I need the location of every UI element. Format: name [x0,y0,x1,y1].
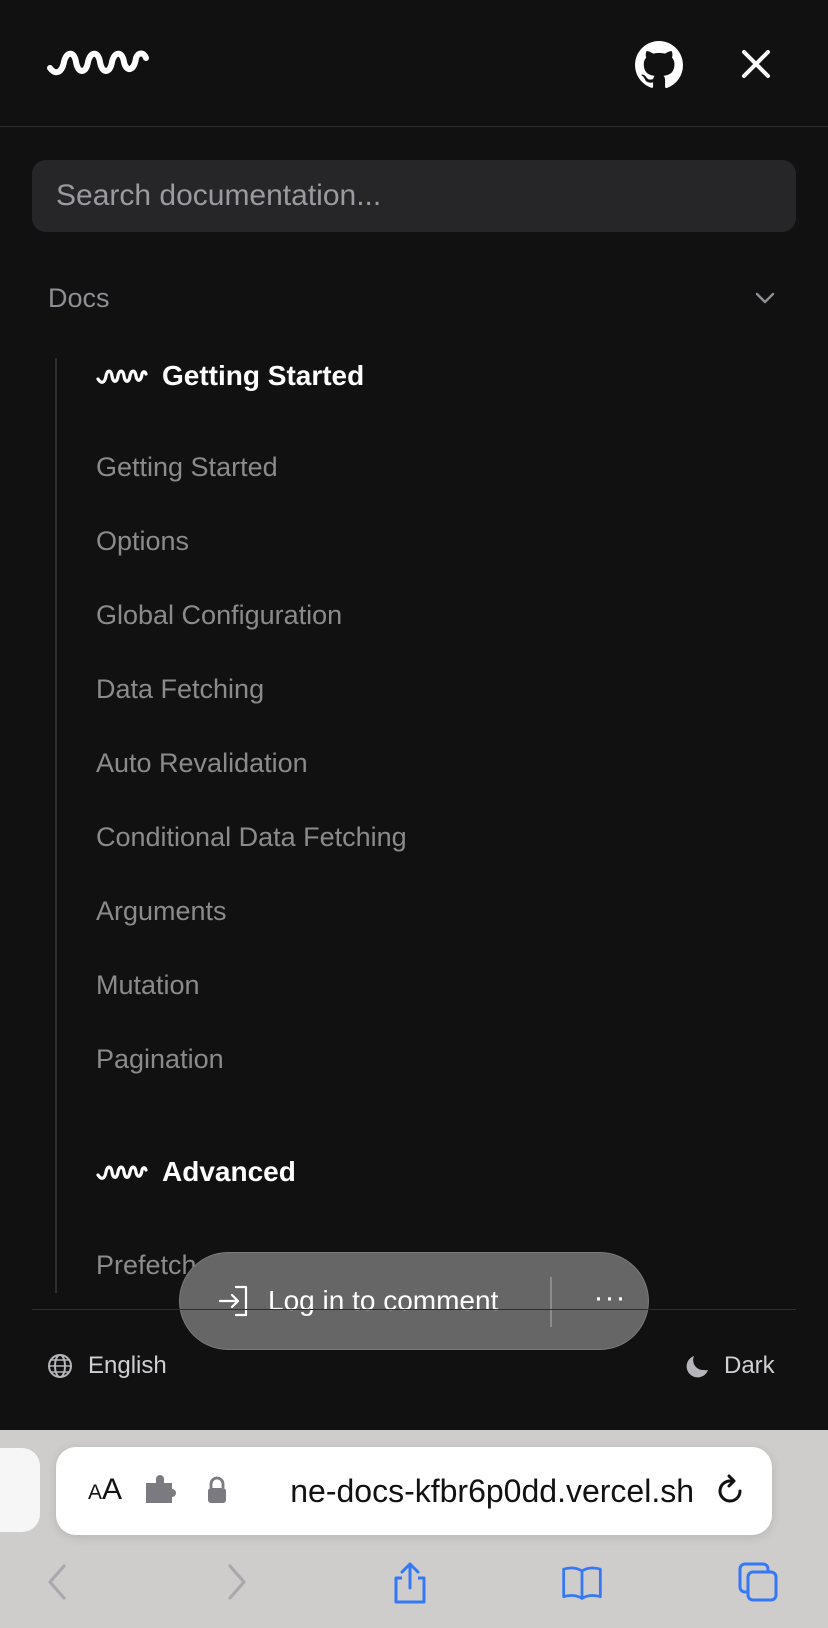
theme-label: Dark [724,1352,775,1379]
nav-item-options[interactable]: Options [96,526,189,557]
login-to-comment-button[interactable]: Log in to comment [268,1285,498,1317]
swr-logo-icon [96,369,148,384]
toast-divider [550,1277,552,1327]
nav-item-mutation[interactable]: Mutation [96,970,200,1001]
category-advanced[interactable]: Advanced [96,1156,296,1188]
github-icon[interactable] [634,40,684,90]
forward-icon[interactable] [214,1560,258,1604]
nav-item-conditional-data-fetching[interactable]: Conditional Data Fetching [96,822,407,853]
language-switcher[interactable]: English [46,1352,167,1380]
nav-item-auto-revalidation[interactable]: Auto Revalidation [96,748,308,779]
swr-logo-icon[interactable] [46,46,150,78]
nav-item-global-configuration[interactable]: Global Configuration [96,600,342,631]
reader-settings-button[interactable]: AA [88,1473,122,1507]
address-bar[interactable]: AA ne-docs-kfbr6p0dd.vercel.sh [56,1447,772,1535]
footer-divider [32,1309,796,1310]
language-label: English [88,1352,167,1379]
chevron-down-icon [755,292,775,304]
nav-item-pagination[interactable]: Pagination [96,1044,224,1075]
nav-item-data-fetching[interactable]: Data Fetching [96,674,264,705]
back-icon[interactable] [36,1560,80,1604]
reload-icon[interactable] [710,1471,750,1511]
lock-icon [208,1476,226,1503]
nav-item-prefetch[interactable]: Prefetch [96,1250,197,1281]
extension-icon[interactable] [144,1475,178,1505]
theme-switcher[interactable]: Dark [684,1352,775,1380]
nav-item-getting-started[interactable]: Getting Started [96,452,278,483]
swr-logo-icon [96,1165,148,1180]
category-title: Advanced [162,1156,296,1187]
top-header [0,0,828,127]
close-icon[interactable] [736,44,776,84]
category-title: Getting Started [162,360,365,391]
nav-item-arguments[interactable]: Arguments [96,896,227,927]
url-text: ne-docs-kfbr6p0dd.vercel.sh [290,1473,694,1509]
section-label: Docs [48,282,110,313]
share-icon[interactable] [388,1560,432,1604]
tabs-icon[interactable] [736,1560,780,1604]
previous-tab-edge[interactable] [0,1448,40,1532]
globe-icon [48,1354,72,1378]
docs-section-toggle[interactable]: Docs [48,276,778,320]
category-getting-started[interactable]: Getting Started [96,360,364,392]
comment-toast: Log in to comment ··· [179,1252,649,1350]
login-icon [218,1285,248,1317]
search-input[interactable] [32,160,796,232]
moon-icon [686,1356,708,1378]
more-options-button[interactable]: ··· [588,1283,632,1319]
bookmarks-icon[interactable] [560,1560,604,1604]
tree-guide-line [55,358,57,1293]
